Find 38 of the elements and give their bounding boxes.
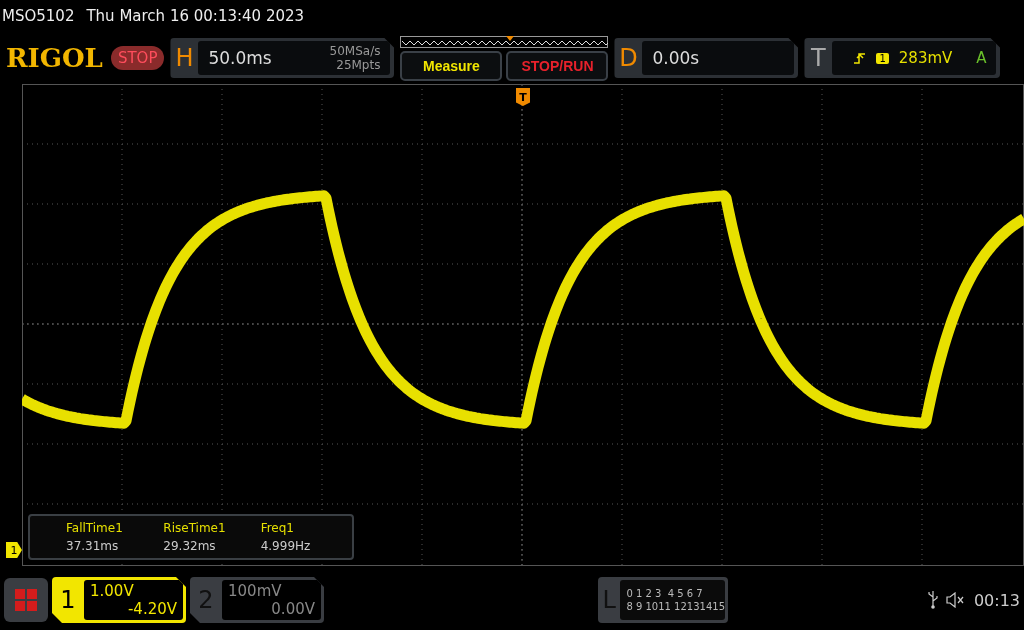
home-button[interactable] [4, 578, 48, 622]
timebase-value: 50.0ms [208, 48, 272, 68]
date-time: Thu March 16 00:13:40 2023 [86, 7, 305, 25]
measurement-name: RiseTime1 [163, 521, 227, 535]
logic-bit-labels: 0 1 2 3 4 5 6 7 [626, 588, 704, 599]
trigger-level: 283mV [898, 49, 953, 67]
sample-rate: 50MSa/s [329, 44, 381, 58]
channel-number: 1 [59, 585, 77, 616]
delay-value: 0.00s [652, 48, 700, 68]
measurement-name: Freq1 [260, 521, 295, 535]
trigger-panel[interactable]: T 1 283mV A [804, 38, 1001, 78]
memory-depth: 25Mpts [336, 58, 381, 72]
grid-icon [14, 588, 38, 612]
delay-panel[interactable]: D 0.00s [614, 38, 799, 78]
run-state-badge: STOP [110, 46, 165, 70]
horizontal-panel[interactable]: H 50.0ms 50MSa/s 25Mpts [170, 38, 395, 78]
rising-edge-icon [854, 52, 867, 64]
usb-icon [927, 591, 938, 609]
measurement-value: 4.999Hz [260, 539, 312, 553]
channel-offset-marker[interactable]: 1 [6, 542, 22, 558]
measure-button[interactable]: Measure [400, 50, 503, 81]
measurement-name: FallTime1 [66, 521, 124, 535]
trigger-mode: A [976, 49, 987, 67]
muted-speaker-icon [945, 592, 966, 608]
stop-run-button[interactable]: STOP/RUN [506, 50, 609, 81]
trigger-source: 1 [876, 52, 889, 64]
channel-panel[interactable]: 1 1.00V -4.20V [52, 577, 186, 623]
channel-scale: 1.00V [90, 582, 135, 600]
clock-time: 00:13 [973, 590, 1020, 610]
model-name: MSO5102 [2, 7, 75, 25]
channel-offset: -4.20V [127, 600, 177, 618]
logic-bit-labels: 8 9 1011 12131415 [626, 601, 725, 612]
logo: RIGOL [6, 43, 103, 73]
measurement-value: 37.31ms [66, 539, 120, 553]
channel-offset: 0.00V [271, 600, 315, 618]
trigger-position-marker[interactable]: T [516, 88, 530, 106]
measurement-value: 29.32ms [163, 539, 217, 553]
channel-scale: 100mV [228, 582, 283, 600]
